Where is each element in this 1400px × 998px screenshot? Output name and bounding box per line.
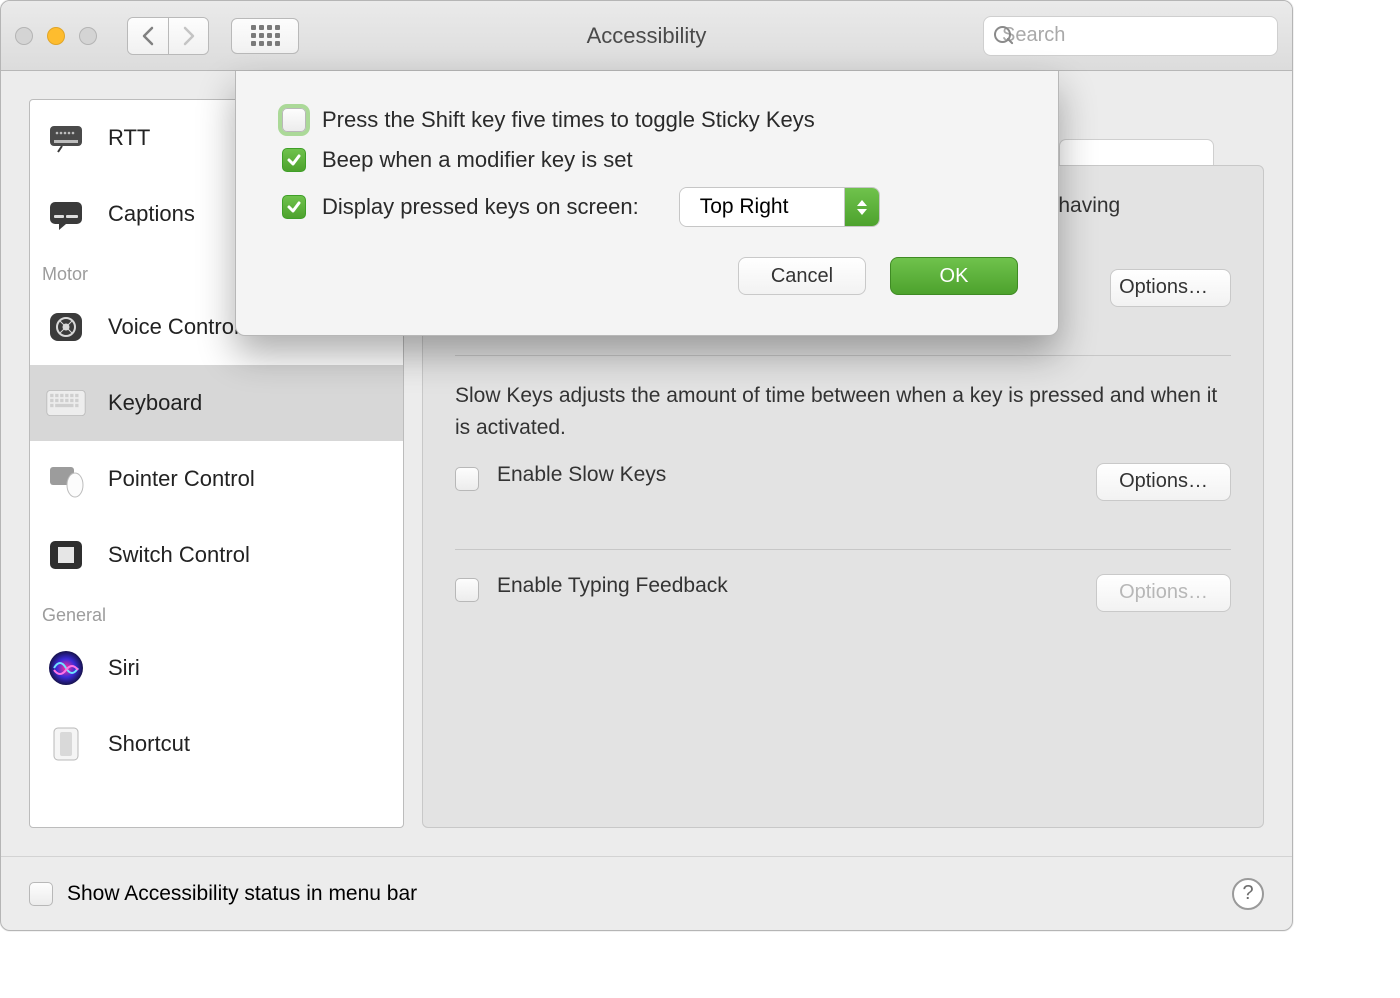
switch-control-icon [42, 531, 90, 579]
button-label: OK [940, 265, 969, 287]
shift-five-times-label: Press the Shift key five times to toggle… [322, 107, 815, 133]
captions-icon [42, 190, 90, 238]
rtt-icon [42, 114, 90, 162]
position-popup[interactable]: Top Right [679, 187, 880, 227]
back-button[interactable] [128, 18, 168, 54]
option-display-pressed: Display pressed keys on screen: Top Righ… [282, 187, 1018, 227]
forward-button[interactable] [168, 18, 208, 54]
enable-typing-feedback-checkbox[interactable] [455, 578, 479, 602]
sidebar-item-label: Shortcut [108, 731, 190, 757]
button-label: Options… [1119, 581, 1208, 603]
keyboard-icon [42, 379, 90, 427]
sidebar-item-keyboard[interactable]: Keyboard [30, 365, 403, 441]
window-controls [15, 27, 97, 45]
display-pressed-checkbox[interactable] [282, 195, 306, 219]
sticky-keys-options-button[interactable]: Options… [1110, 269, 1231, 307]
beep-checkbox[interactable] [282, 148, 306, 172]
shortcut-icon [42, 720, 90, 768]
sidebar-item-label: Switch Control [108, 542, 250, 568]
siri-icon [42, 644, 90, 692]
button-label: Cancel [771, 265, 833, 287]
beep-label: Beep when a modifier key is set [322, 147, 633, 173]
button-label: Options… [1119, 276, 1208, 298]
pointer-control-icon [42, 455, 90, 503]
show-status-label: Show Accessibility status in menu bar [67, 882, 417, 906]
cancel-button[interactable]: Cancel [738, 257, 866, 295]
enable-slow-keys-checkbox[interactable] [455, 467, 479, 491]
sidebar-item-label: Captions [108, 201, 195, 227]
minimize-window-button[interactable] [47, 27, 65, 45]
sidebar-item-label: RTT [108, 125, 150, 151]
help-button[interactable]: ? [1232, 878, 1264, 910]
slow-keys-options-button[interactable]: Options… [1096, 463, 1231, 501]
show-status-checkbox[interactable] [29, 882, 53, 906]
chevron-right-icon [182, 26, 196, 46]
checkmark-icon [286, 152, 302, 168]
nav-buttons [127, 17, 209, 55]
display-pressed-label: Display pressed keys on screen: [322, 194, 639, 220]
sticky-keys-description-tail: ut having [1035, 190, 1231, 223]
enable-slow-keys-label: Enable Slow Keys [497, 463, 666, 487]
voice-control-icon [42, 303, 90, 351]
sidebar-section-general: General [30, 593, 403, 630]
sidebar-item-switch-control[interactable]: Switch Control [30, 517, 403, 593]
position-popup-value: Top Right [680, 188, 845, 226]
close-window-button[interactable] [15, 27, 33, 45]
show-all-button[interactable] [231, 18, 299, 54]
sidebar-item-pointer-control[interactable]: Pointer Control [30, 441, 403, 517]
titlebar: Accessibility [1, 1, 1292, 71]
question-mark-icon: ? [1242, 882, 1253, 905]
sidebar-item-label: Voice Control [108, 314, 239, 340]
search-input[interactable] [1002, 24, 1267, 47]
sidebar-item-label: Siri [108, 655, 140, 681]
button-label: Options… [1119, 470, 1208, 492]
sidebar-item-siri[interactable]: Siri [30, 630, 403, 706]
slow-keys-description: Slow Keys adjusts the amount of time bet… [455, 380, 1231, 445]
footer: Show Accessibility status in menu bar ? [1, 856, 1292, 930]
popup-stepper-icon [845, 188, 879, 226]
search-field[interactable] [983, 16, 1278, 56]
option-beep: Beep when a modifier key is set [282, 147, 1018, 173]
shift-five-times-checkbox[interactable] [282, 108, 306, 132]
ok-button[interactable]: OK [890, 257, 1018, 295]
sheet-buttons: Cancel OK [282, 257, 1018, 295]
grid-icon [251, 25, 280, 46]
chevron-left-icon [141, 26, 155, 46]
slow-keys-section: Slow Keys adjusts the amount of time bet… [423, 356, 1263, 525]
sidebar-item-label: Keyboard [108, 390, 202, 416]
sidebar-item-label: Pointer Control [108, 466, 255, 492]
typing-feedback-options-button: Options… [1096, 574, 1231, 612]
typing-feedback-section: Enable Typing Feedback Options… [423, 550, 1263, 636]
checkmark-icon [286, 199, 302, 215]
zoom-window-button[interactable] [79, 27, 97, 45]
enable-typing-feedback-label: Enable Typing Feedback [497, 574, 728, 598]
preferences-window: Accessibility RTT Ca [0, 0, 1293, 931]
option-shift-five-times: Press the Shift key five times to toggle… [282, 107, 1018, 133]
sticky-keys-options-sheet: Press the Shift key five times to toggle… [235, 71, 1059, 336]
sidebar-item-shortcut[interactable]: Shortcut [30, 706, 403, 782]
